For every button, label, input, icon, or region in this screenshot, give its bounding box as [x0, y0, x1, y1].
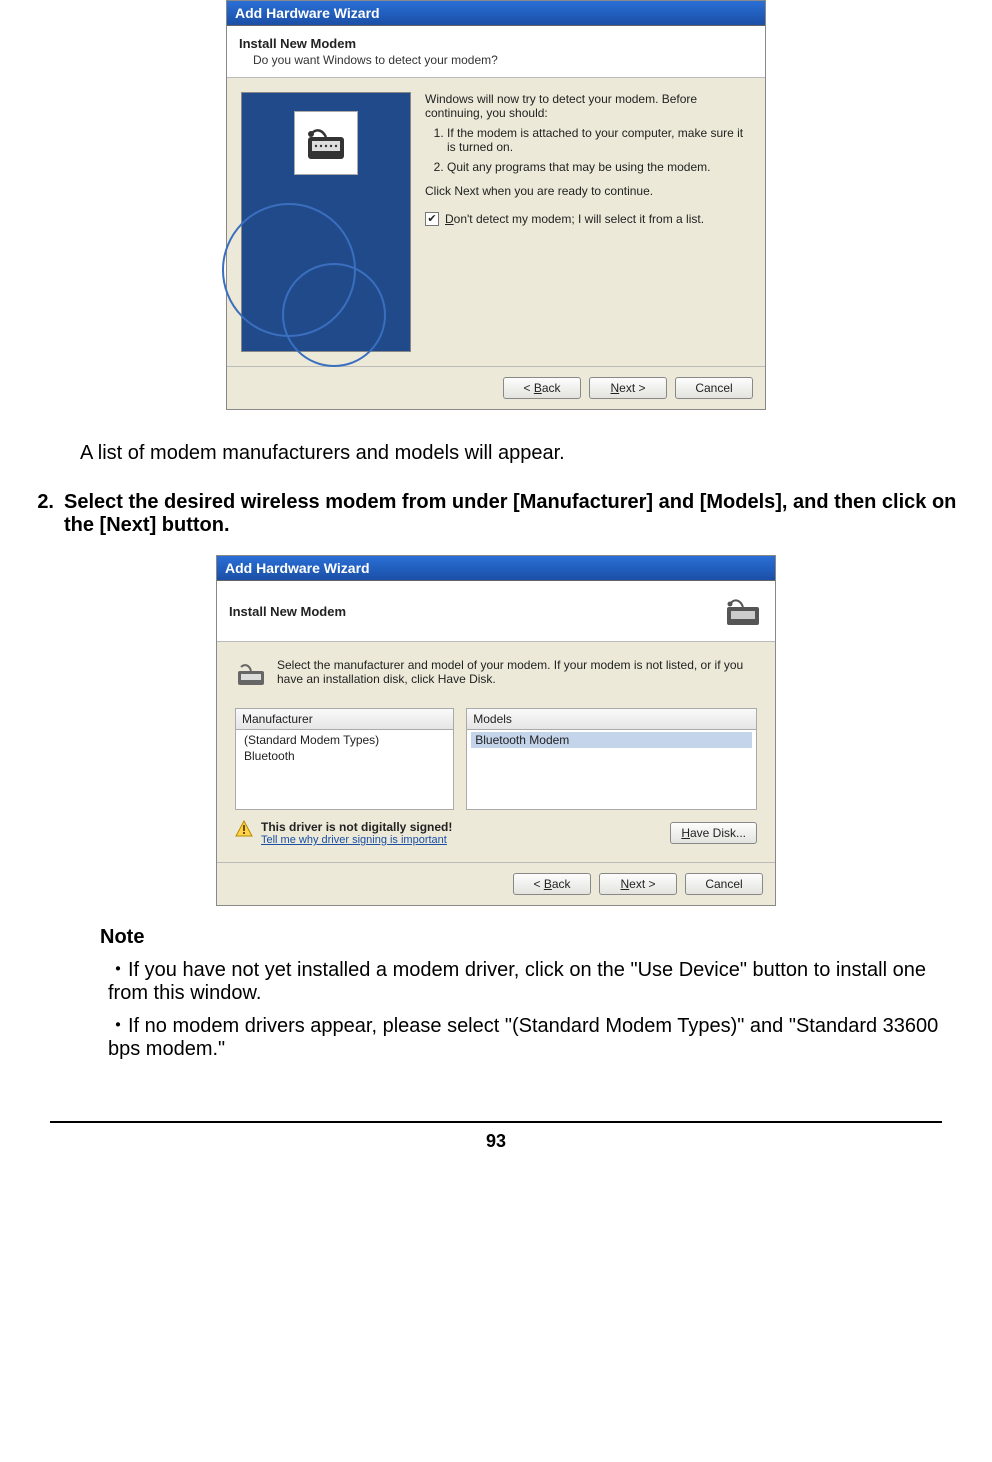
wizard-step-item: Quit any programs that may be using the …: [447, 160, 751, 174]
step-2: 2. Select the desired wireless modem fro…: [30, 491, 962, 537]
wizard-post-text: Click Next when you are ready to continu…: [425, 184, 751, 198]
dont-detect-checkbox[interactable]: ✔: [425, 212, 439, 226]
next-button[interactable]: Next >: [589, 377, 667, 399]
wizard-header-title: Install New Modem: [229, 604, 711, 619]
driver-signing-warning: This driver is not digitally signed!: [261, 820, 452, 834]
manufacturer-listbox[interactable]: (Standard Modem Types) Bluetooth: [235, 730, 454, 810]
note-item: ・If you have not yet installed a modem d…: [108, 953, 962, 1005]
wizard-header: Install New Modem Do you want Windows to…: [227, 26, 765, 78]
dont-detect-checkbox-label: Don't detect my modem; I will select it …: [445, 212, 704, 226]
wizard-header-subtitle: Do you want Windows to detect your modem…: [253, 53, 753, 67]
manufacturer-column-header: Manufacturer: [235, 708, 454, 730]
modem-icon: [294, 111, 358, 175]
manufacturer-item[interactable]: Bluetooth: [240, 748, 449, 764]
wizard-header: Install New Modem: [217, 581, 775, 642]
back-button[interactable]: < Back: [513, 873, 591, 895]
back-button[interactable]: < Back: [503, 377, 581, 399]
note-section: Note ・If you have not yet installed a mo…: [0, 906, 992, 1061]
driver-signing-link[interactable]: Tell me why driver signing is important: [261, 834, 452, 846]
manufacturer-item[interactable]: (Standard Modem Types): [240, 732, 449, 748]
warning-icon: [235, 820, 253, 838]
modem-icon: [235, 658, 267, 690]
wizard-header-title: Install New Modem: [239, 36, 753, 51]
window-title: Add Hardware Wizard: [217, 556, 775, 581]
have-disk-button[interactable]: Have Disk...: [670, 822, 757, 844]
window-title: Add Hardware Wizard: [227, 1, 765, 26]
note-item: ・If no modem drivers appear, please sele…: [108, 1009, 962, 1061]
wizard-step-list: If the modem is attached to your compute…: [447, 126, 751, 174]
modem-icon: [723, 591, 763, 631]
page-footer: 93: [50, 1121, 942, 1152]
model-item[interactable]: Bluetooth Modem: [471, 732, 752, 748]
step-instruction: Select the desired wireless modem from u…: [64, 491, 962, 537]
cancel-button[interactable]: Cancel: [685, 873, 763, 895]
next-button[interactable]: Next >: [599, 873, 677, 895]
wizard-instruction-text: Select the manufacturer and model of you…: [277, 658, 757, 686]
wizard-body: Windows will now try to detect your mode…: [227, 78, 765, 366]
cancel-button[interactable]: Cancel: [675, 377, 753, 399]
step-number: 2.: [30, 491, 54, 537]
models-column-header: Models: [466, 708, 757, 730]
wizard-step-item: If the modem is attached to your compute…: [447, 126, 751, 154]
wizard-side-panel: [241, 92, 411, 352]
body-text: A list of modem manufacturers and models…: [80, 442, 962, 465]
wizard-intro-text: Windows will now try to detect your mode…: [425, 92, 751, 120]
page-number: 93: [486, 1131, 506, 1151]
add-hardware-wizard-dialog-2: Add Hardware Wizard Install New Modem: [216, 555, 776, 906]
note-title: Note: [100, 926, 962, 949]
models-listbox[interactable]: Bluetooth Modem: [466, 730, 757, 810]
add-hardware-wizard-dialog-1: Add Hardware Wizard Install New Modem Do…: [226, 0, 766, 410]
